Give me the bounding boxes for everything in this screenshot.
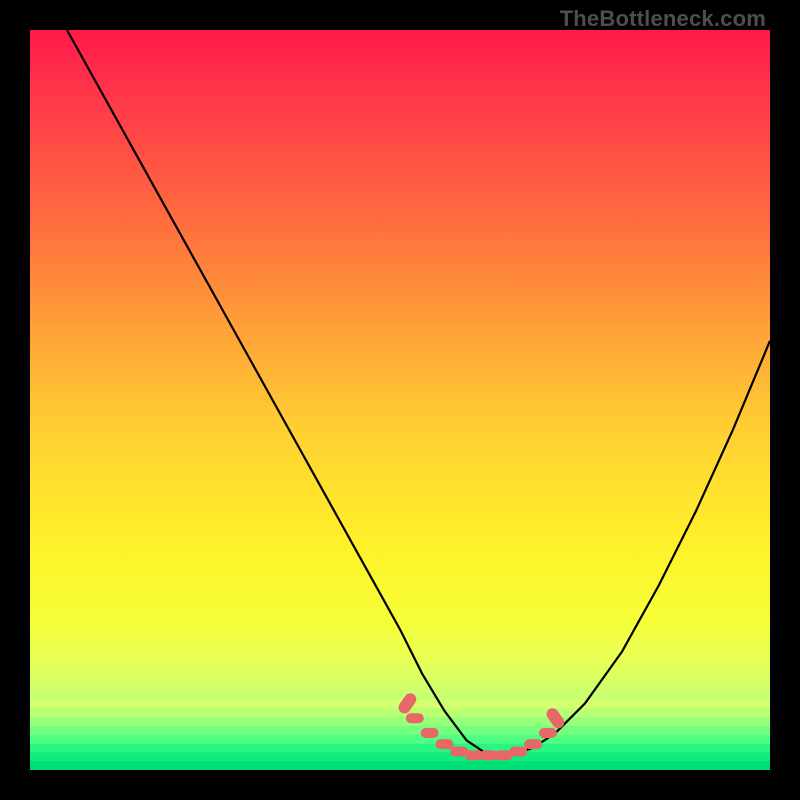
valley-marker xyxy=(406,713,424,723)
band xyxy=(30,735,770,744)
valley-marker xyxy=(539,728,557,738)
valley-marker xyxy=(524,739,542,749)
valley-marker xyxy=(509,747,527,757)
band xyxy=(30,726,770,735)
chart-frame: TheBottleneck.com xyxy=(0,0,800,800)
band xyxy=(30,744,770,753)
valley-marker xyxy=(421,728,439,738)
band xyxy=(30,752,770,761)
chart-svg xyxy=(30,30,770,770)
valley-marker xyxy=(435,739,453,749)
watermark-text: TheBottleneck.com xyxy=(560,6,766,32)
gradient-background xyxy=(30,30,770,770)
band xyxy=(30,717,770,726)
band xyxy=(30,761,770,770)
plot-area xyxy=(30,30,770,770)
